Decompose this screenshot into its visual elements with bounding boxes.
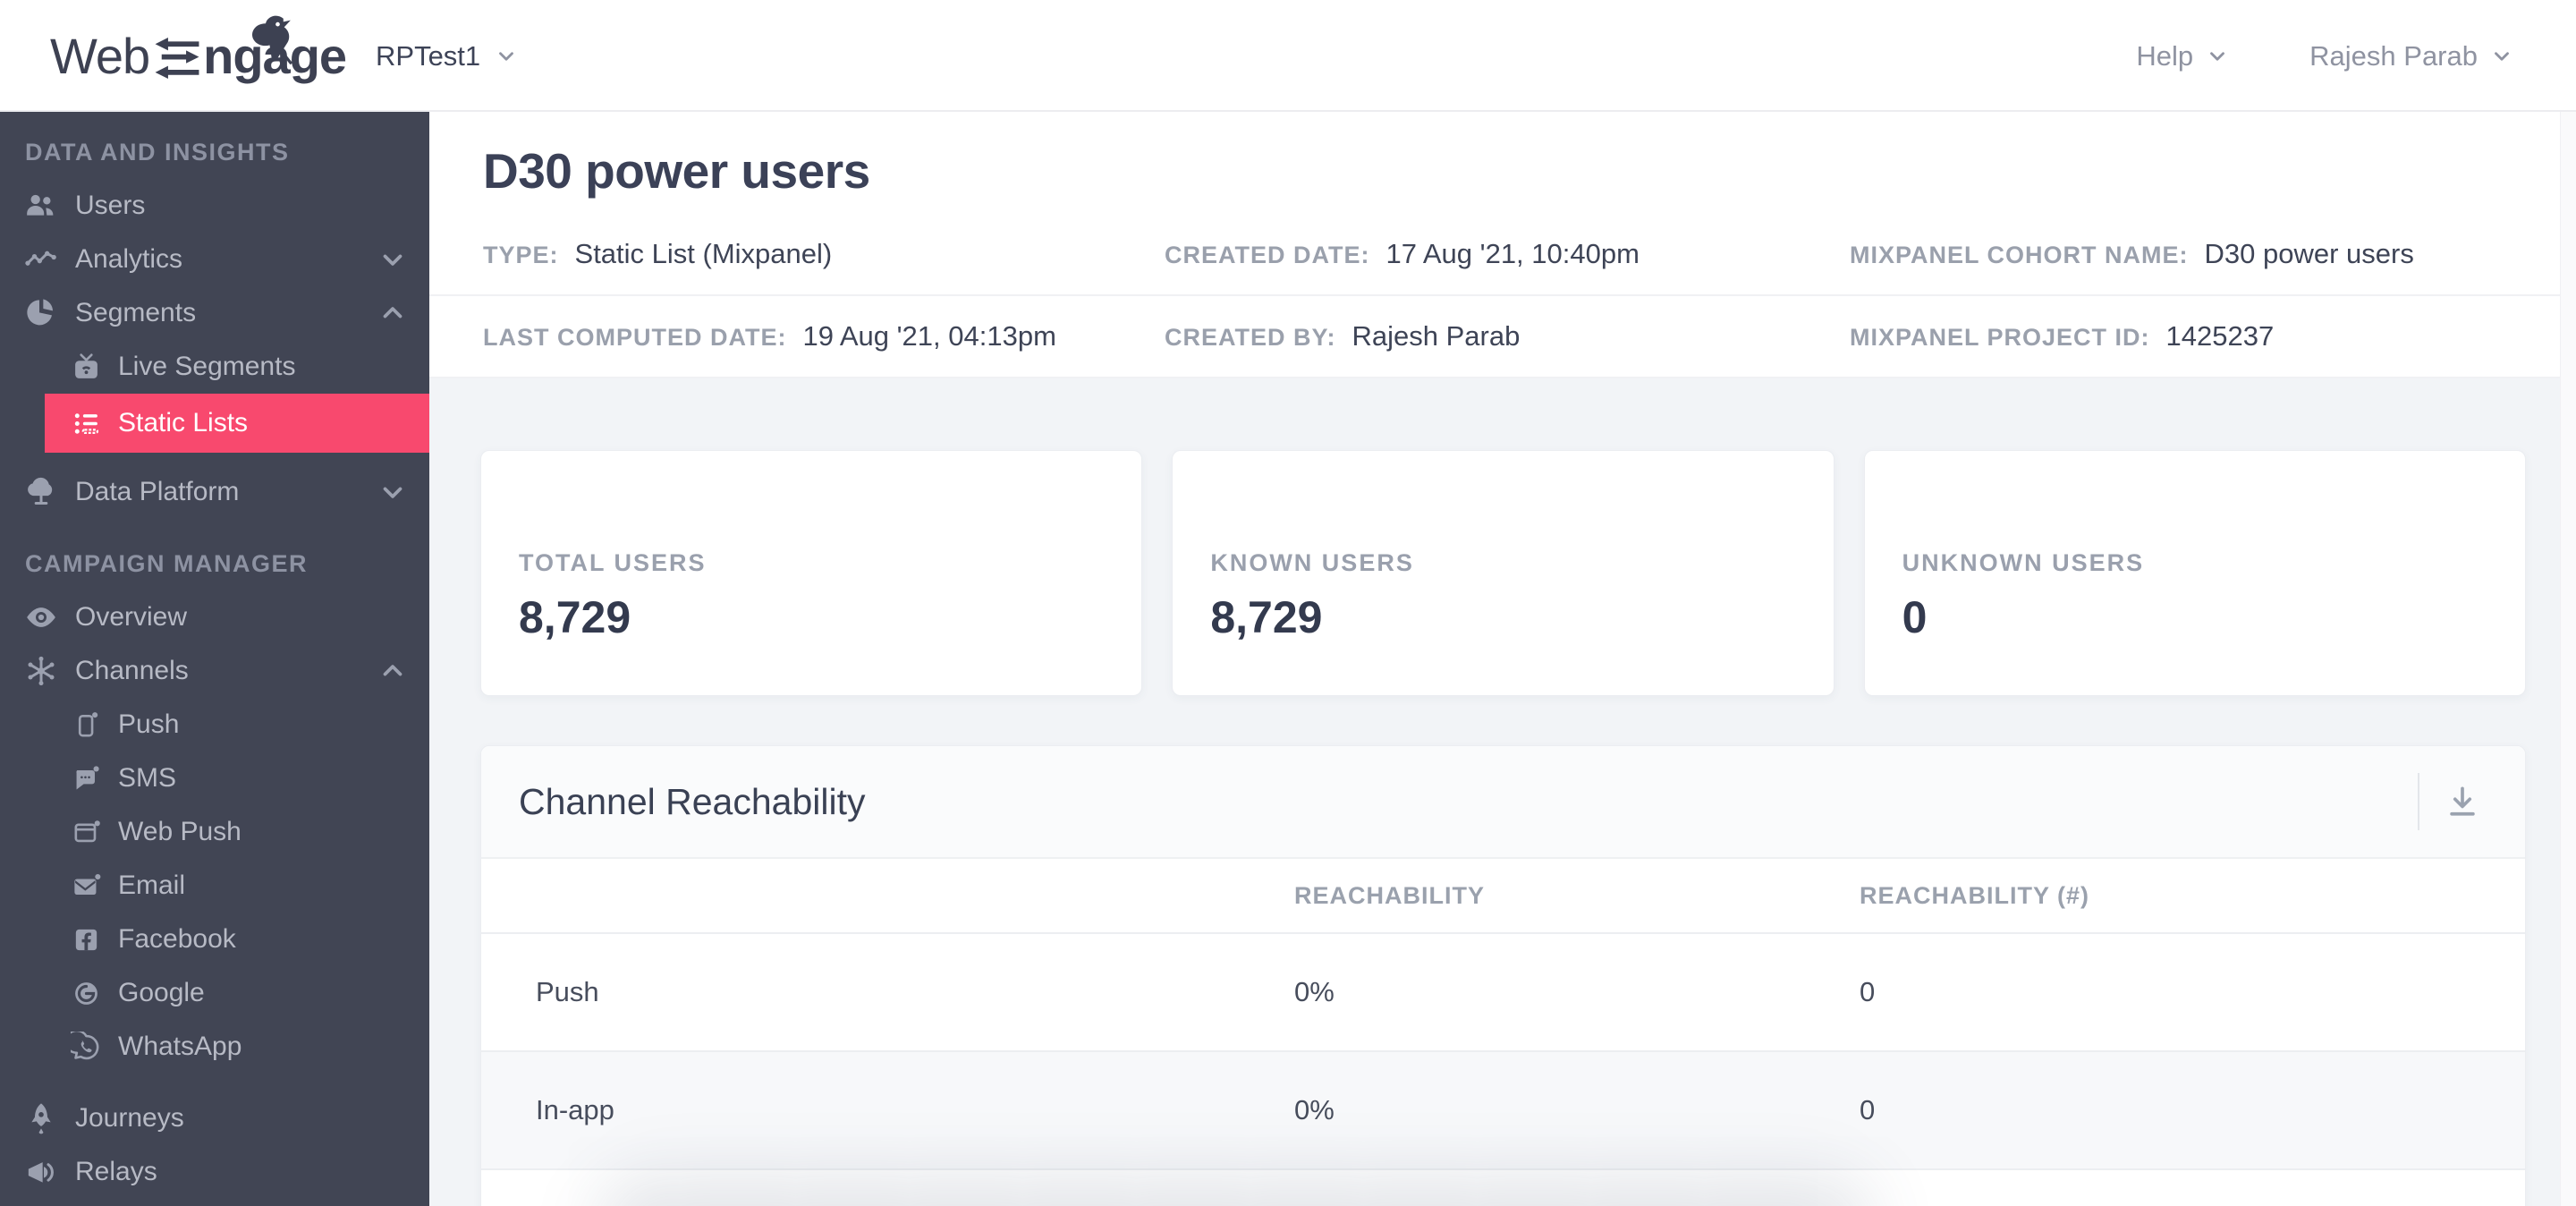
relays-icon xyxy=(23,1154,59,1190)
reachability-count: 0 xyxy=(1860,976,1876,1007)
sidebar-item-analytics[interactable]: Analytics xyxy=(0,233,429,286)
overview-icon xyxy=(23,599,59,635)
meta-mixpanel-project-id: MIXPANEL PROJECT ID: 1425237 xyxy=(1850,320,2275,352)
sms-icon xyxy=(68,760,104,796)
sidebar-item-users[interactable]: Users xyxy=(0,179,429,233)
analytics-icon xyxy=(23,242,59,277)
sidebar-item-live-segments[interactable]: Live Segments xyxy=(0,340,429,394)
reachability-table-header: REACHABILITY REACHABILITY (#) xyxy=(481,859,2525,934)
google-icon xyxy=(68,975,104,1011)
channel-reachability-title: Channel Reachability xyxy=(519,780,866,822)
sidebar-item-whatsapp[interactable]: WhatsApp xyxy=(0,1020,429,1074)
main-content: D30 power users TYPE: Static List (Mixpa… xyxy=(429,112,2560,1206)
logo-bird-icon xyxy=(240,9,308,73)
vertical-divider xyxy=(2418,773,2419,830)
sidebar-nav: DATA AND INSIGHTS Users Analytics Segmen… xyxy=(0,112,429,1206)
webengage-app: Web ngage RPTest1 xyxy=(0,0,2576,1206)
channels-icon xyxy=(23,653,59,689)
channel-reachability-header: Channel Reachability xyxy=(481,746,2525,859)
topbar-right: Help Rajesh Parab xyxy=(2136,0,2513,112)
dashboard-body: TOTAL USERS 8,729 KNOWN USERS 8,729 UNKN… xyxy=(429,378,2560,1206)
facebook-icon xyxy=(68,921,104,957)
sidebar-item-segments[interactable]: Segments xyxy=(0,286,429,340)
sidebar-item-push[interactable]: Push xyxy=(0,698,429,752)
live-segments-icon xyxy=(68,349,104,385)
sidebar-item-overview[interactable]: Overview xyxy=(0,590,429,644)
chevron-down-icon xyxy=(495,45,518,68)
webengage-logo[interactable]: Web ngage xyxy=(50,0,347,112)
column-header-reachability-count: REACHABILITY (#) xyxy=(1860,881,2090,909)
sidebar-item-email[interactable]: Email xyxy=(0,859,429,913)
sidebar-section-data-and-insights: DATA AND INSIGHTS xyxy=(25,138,290,166)
channel-name: In-app xyxy=(536,1094,614,1125)
sidebar-item-channels[interactable]: Channels xyxy=(0,644,429,698)
scrollbar-track[interactable] xyxy=(2560,112,2576,1206)
meta-type: TYPE: Static List (Mixpanel) xyxy=(483,238,833,269)
reachability-actions xyxy=(2418,746,2525,857)
total-users-card: TOTAL USERS 8,729 xyxy=(480,450,1143,696)
known-users-card: KNOWN USERS 8,729 xyxy=(1172,450,1835,696)
chevron-up-icon xyxy=(377,298,408,328)
unknown-users-card: UNKNOWN USERS 0 xyxy=(1863,450,2526,696)
sidebar-item-sms[interactable]: SMS xyxy=(0,752,429,805)
chevron-up-icon xyxy=(377,656,408,686)
segments-icon xyxy=(23,295,59,331)
table-row-in-app: In-app 0% 0 xyxy=(481,1052,2525,1170)
sidebar-item-journeys[interactable]: Journeys xyxy=(0,1091,429,1145)
logo-text-web: Web xyxy=(50,27,150,84)
download-button[interactable] xyxy=(2443,782,2482,821)
sidebar-item-facebook[interactable]: Facebook xyxy=(0,913,429,966)
column-header-reachability: REACHABILITY xyxy=(1294,881,1485,909)
journeys-icon xyxy=(23,1100,59,1136)
channel-reachability-card: Channel Reachability REACHABILITY REACHA… xyxy=(480,745,2526,1206)
channel-name: Push xyxy=(536,976,599,1007)
top-header: Web ngage RPTest1 xyxy=(0,0,2576,112)
help-label: Help xyxy=(2136,39,2194,72)
meta-created-date: CREATED DATE: 17 Aug '21, 10:40pm xyxy=(1165,238,1640,269)
reachability-percent: 0% xyxy=(1294,976,1335,1007)
sidebar-item-google[interactable]: Google xyxy=(0,966,429,1020)
help-menu[interactable]: Help xyxy=(2136,40,2229,72)
reachability-count: 0 xyxy=(1860,1094,1876,1125)
reachability-percent: 0% xyxy=(1294,1094,1335,1125)
whatsapp-icon xyxy=(68,1029,104,1065)
push-icon xyxy=(68,707,104,743)
stat-cards-row: TOTAL USERS 8,729 KNOWN USERS 8,729 UNKN… xyxy=(429,378,2560,696)
sidebar-item-web-push[interactable]: Web Push xyxy=(0,805,429,859)
data-platform-icon xyxy=(23,474,59,510)
table-row-push: Push 0% 0 xyxy=(481,934,2525,1052)
meta-mixpanel-cohort-name: MIXPANEL COHORT NAME: D30 power users xyxy=(1850,238,2414,269)
chevron-down-icon xyxy=(2206,45,2229,68)
web-push-icon xyxy=(68,814,104,850)
project-selector[interactable]: RPTest1 xyxy=(376,0,518,112)
meta-last-computed-date: LAST COMPUTED DATE: 19 Aug '21, 04:13pm xyxy=(483,320,1056,352)
chevron-down-icon xyxy=(377,477,408,507)
meta-row-2: LAST COMPUTED DATE: 19 Aug '21, 04:13pm … xyxy=(429,296,2560,378)
sidebar-item-static-lists[interactable]: Static Lists xyxy=(45,394,429,453)
logo-arrows-e-icon xyxy=(154,37,200,79)
page-header-band: D30 power users TYPE: Static List (Mixpa… xyxy=(429,112,2560,378)
meta-created-by: CREATED BY: Rajesh Parab xyxy=(1165,320,1521,352)
sidebar-section-campaign-manager: CAMPAIGN MANAGER xyxy=(25,549,308,577)
user-menu[interactable]: Rajesh Parab xyxy=(2309,40,2513,72)
project-name: RPTest1 xyxy=(376,39,481,72)
static-lists-icon xyxy=(68,405,104,441)
chevron-down-icon xyxy=(2490,45,2513,68)
sidebar-item-relays[interactable]: Relays xyxy=(0,1145,429,1199)
meta-row-1: TYPE: Static List (Mixpanel) CREATED DAT… xyxy=(429,214,2560,296)
page-title: D30 power users xyxy=(483,143,870,199)
chevron-down-icon xyxy=(377,244,408,275)
users-icon xyxy=(23,188,59,224)
user-name: Rajesh Parab xyxy=(2309,39,2478,72)
email-icon xyxy=(68,868,104,904)
sidebar-item-data-platform[interactable]: Data Platform xyxy=(0,465,429,519)
